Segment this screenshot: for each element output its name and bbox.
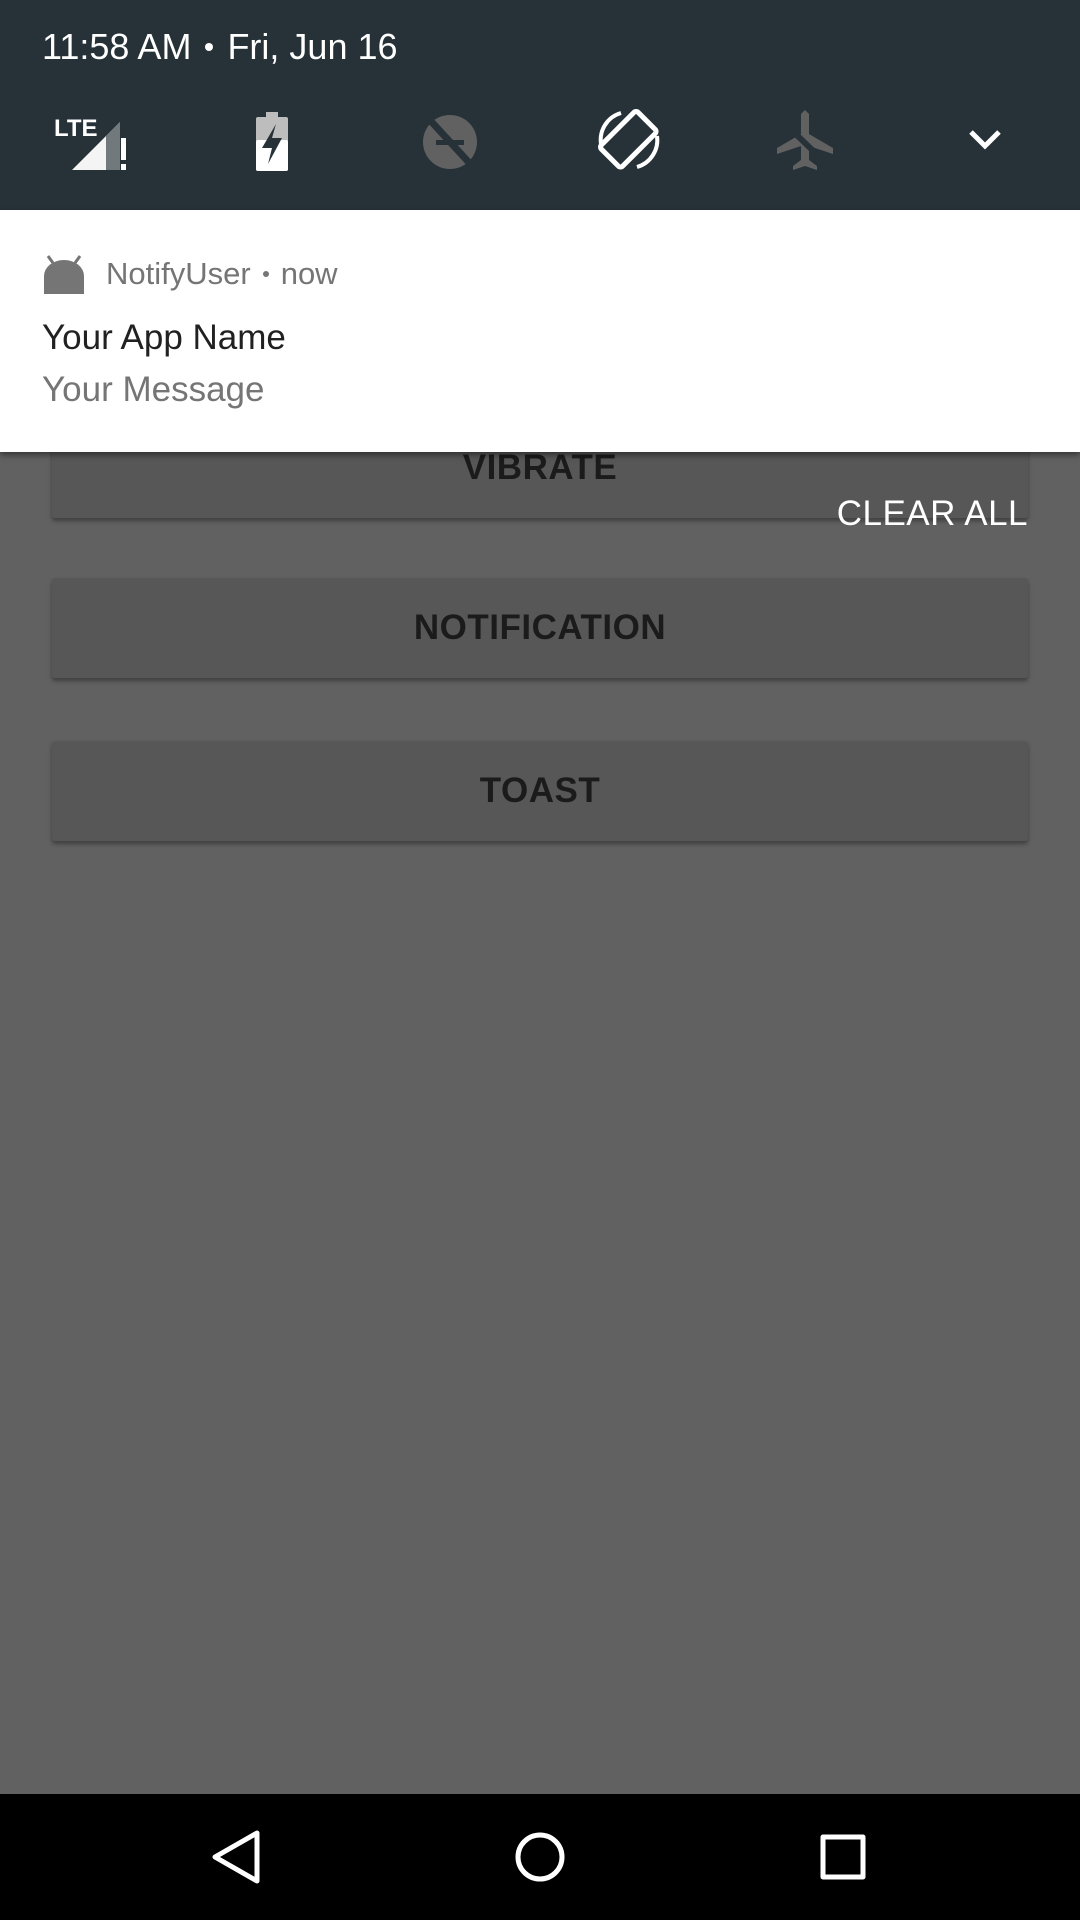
notification-title: Your App Name xyxy=(42,318,286,357)
home-icon[interactable] xyxy=(500,1817,580,1897)
back-icon[interactable] xyxy=(197,1817,277,1897)
android-app-icon xyxy=(44,255,84,294)
notification-button[interactable]: NOTIFICATION xyxy=(52,578,1028,678)
recents-icon[interactable] xyxy=(803,1817,883,1897)
notification-card[interactable]: NotifyUser now Your App Name Your Messag… xyxy=(0,210,1080,452)
battery-charging-icon[interactable] xyxy=(232,100,312,180)
data-saver-off-icon[interactable] xyxy=(410,100,490,180)
notification-time: now xyxy=(280,256,338,291)
notification-app-name: NotifyUser xyxy=(106,256,251,291)
lte-signal-alert-icon[interactable]: LTE xyxy=(50,100,130,180)
status-time: 11:58 AM xyxy=(42,26,192,67)
quick-settings-header: 11:58 AM Fri, Jun 16 LTE xyxy=(0,0,1080,210)
auto-rotate-icon[interactable] xyxy=(589,100,669,180)
airplane-mode-off-icon[interactable] xyxy=(765,100,845,180)
notification-header: NotifyUser now xyxy=(42,254,338,294)
notification-header-separator xyxy=(262,271,269,277)
status-datetime[interactable]: 11:58 AM Fri, Jun 16 xyxy=(42,26,398,68)
navigation-bar xyxy=(0,1794,1080,1920)
quick-settings-tiles: LTE xyxy=(0,100,1080,180)
notification-text: Your Message xyxy=(42,370,265,409)
status-date: Fri, Jun 16 xyxy=(227,26,398,67)
toast-button[interactable]: TOAST xyxy=(52,741,1028,841)
datetime-separator xyxy=(205,43,214,51)
lte-label: LTE xyxy=(54,115,98,142)
expand-chevron-icon[interactable] xyxy=(945,100,1025,180)
clear-all-button[interactable]: CLEAR ALL xyxy=(837,494,1028,534)
